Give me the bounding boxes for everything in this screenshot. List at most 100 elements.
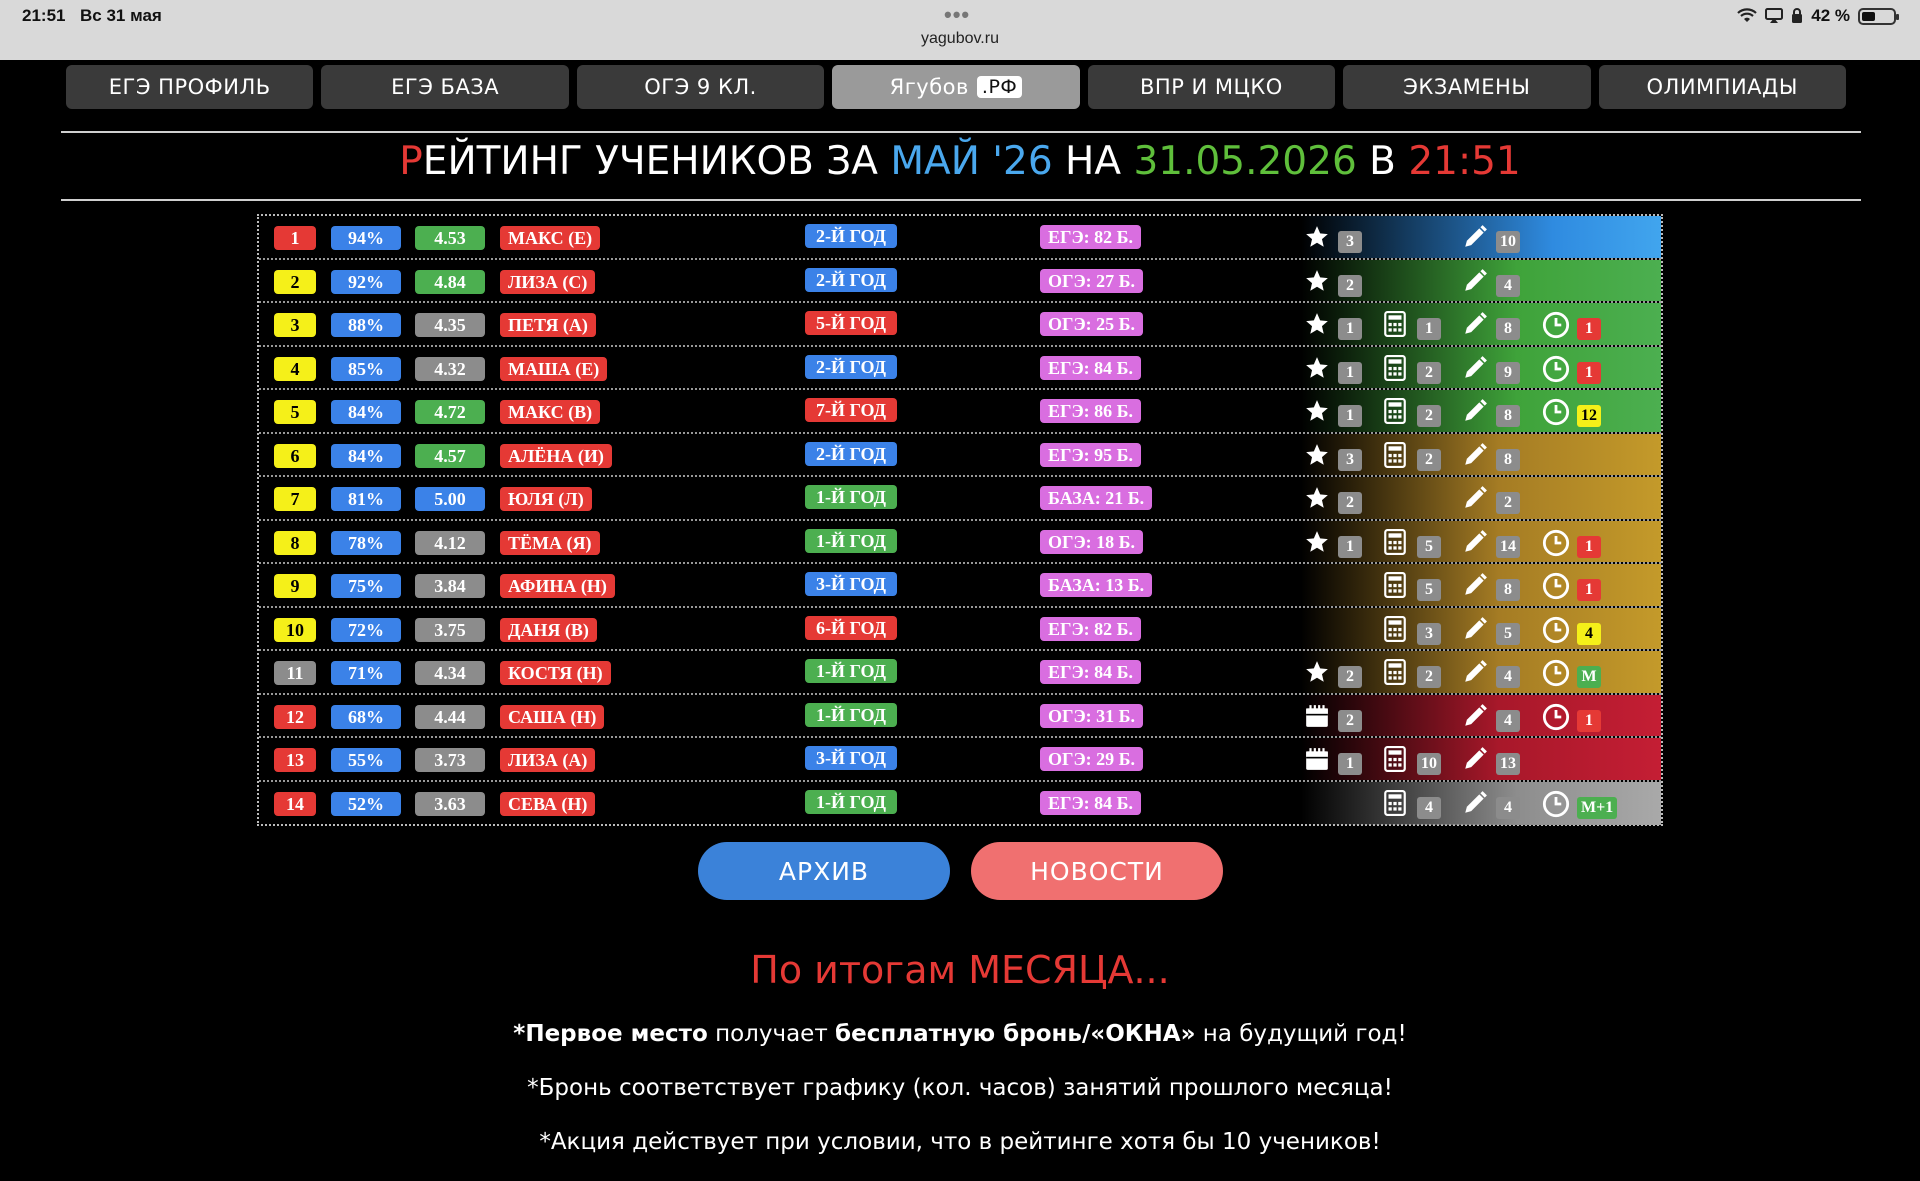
- rating-row: 14 52% 3.63 СЕВА (Н) 1-Й ГОД ЕГЭ: 84 Б. 4 4 М+1: [259, 781, 1661, 825]
- tab-ege-base[interactable]: ЕГЭ БАЗА: [321, 65, 569, 109]
- note1-end: на будущий год!: [1195, 1021, 1407, 1047]
- average-grade-badge: 4.32: [415, 356, 485, 381]
- rating-row: 11 71% 4.34 КОСТЯ (Н) 1-Й ГОД ЕГЭ: 84 Б. 2 2 4 М: [259, 651, 1661, 695]
- study-year-badge: 5-Й ГОД: [805, 311, 897, 335]
- exam-score-badge: ОГЭ: 27 Б.: [1040, 268, 1144, 293]
- pencil-count: 4: [1496, 709, 1520, 732]
- exam-score-badge: ЕГЭ: 86 Б.: [1040, 399, 1142, 423]
- average-grade-badge: 4.57: [415, 443, 485, 468]
- wifi-icon: [1737, 8, 1758, 22]
- tab-oge-9[interactable]: ОГЭ 9 КЛ.: [576, 65, 825, 109]
- pencil-icon: [1462, 355, 1488, 386]
- pencil-count: 4: [1496, 796, 1520, 819]
- average-grade-badge: 3.73: [415, 748, 485, 772]
- tab-yagubov-rf[interactable]: Ягубов .РФ: [832, 65, 1080, 109]
- address-bar-url[interactable]: yagubov.ru: [0, 30, 1920, 48]
- calculator-count: 3: [1417, 622, 1441, 645]
- percent-badge: 85%: [331, 356, 401, 381]
- pencil-icon: [1462, 746, 1488, 777]
- calculator-icon: [1383, 615, 1407, 647]
- pencil-count: 13: [1496, 753, 1520, 775]
- student-name-badge: КОСТЯ (Н): [500, 661, 611, 685]
- study-year-badge: 3-Й ГОД: [805, 572, 897, 596]
- calculator-icon: [1383, 528, 1407, 560]
- tab-yagubov-label: Ягубов: [889, 75, 969, 99]
- archive-button[interactable]: АРХИВ: [698, 842, 950, 900]
- footer-note-3: *Акция действует при условии, что в рейт…: [539, 1129, 1381, 1155]
- star-icon: [1304, 355, 1330, 386]
- exam-score-badge: ЕГЭ: 82 Б.: [1040, 616, 1142, 641]
- tab-ege-profile[interactable]: ЕГЭ ПРОФИЛЬ: [66, 65, 314, 109]
- rank-badge: 9: [274, 574, 316, 598]
- clock-icon: [1542, 355, 1570, 388]
- study-year-badge: 6-Й ГОД: [805, 615, 897, 640]
- clock-icon: [1542, 790, 1570, 823]
- calculator-count: 4: [1417, 796, 1441, 819]
- study-year-badge: 7-Й ГОД: [805, 398, 897, 422]
- star-count: 2: [1338, 492, 1362, 514]
- main-nav: ЕГЭ ПРОФИЛЬ ЕГЭ БАЗА ОГЭ 9 КЛ. Ягубов .Р…: [66, 65, 1846, 109]
- pencil-icon: [1462, 790, 1488, 821]
- student-name-badge: ПЕТЯ (А): [500, 313, 596, 337]
- lock-orientation-icon: [1792, 8, 1803, 23]
- exam-score-badge: ЕГЭ: 82 Б.: [1040, 225, 1142, 249]
- student-name-badge: ЛИЗА (А): [500, 748, 596, 772]
- student-name-badge: СЕВА (Н): [500, 791, 596, 816]
- star-icon: [1304, 442, 1330, 473]
- pencil-count: 5: [1496, 622, 1520, 645]
- tab-vpr-mcko[interactable]: ВПР И МЦКО: [1087, 65, 1336, 109]
- pencil-count: 9: [1496, 361, 1520, 384]
- calculator-count: 2: [1417, 405, 1441, 427]
- battery-percent: 42 %: [1811, 6, 1850, 25]
- rating-row: 10 72% 3.75 ДАНЯ (В) 6-Й ГОД ЕГЭ: 82 Б. 3 5 4: [259, 607, 1661, 651]
- star-count: 1: [1338, 405, 1362, 427]
- rank-badge: 14: [274, 791, 316, 816]
- percent-badge: 84%: [331, 443, 401, 468]
- rank-badge: 1: [274, 226, 316, 250]
- student-name-badge: МАКС (Е): [500, 226, 601, 250]
- percent-badge: 84%: [331, 400, 401, 424]
- student-name-badge: ЮЛЯ (Л): [500, 487, 592, 511]
- rank-badge: 11: [274, 661, 316, 685]
- tab-olympiads[interactable]: ОЛИМПИАДЫ: [1598, 65, 1846, 109]
- average-grade-badge: 5.00: [415, 487, 485, 511]
- pencil-icon: [1462, 616, 1488, 647]
- star-icon: [1304, 311, 1330, 342]
- clock-icon: [1542, 398, 1570, 431]
- calculator-icon: [1383, 572, 1407, 603]
- tab-rf-badge: .РФ: [976, 76, 1023, 98]
- title-time: 21:51: [1408, 139, 1521, 184]
- calculator-icon: [1383, 659, 1407, 690]
- star-count: 1: [1338, 535, 1362, 558]
- clock-count: 1: [1577, 361, 1601, 384]
- average-grade-badge: 3.63: [415, 791, 485, 816]
- calculator-count: 2: [1417, 666, 1441, 688]
- rank-badge: 2: [274, 269, 316, 294]
- pencil-icon: [1462, 268, 1488, 299]
- news-button[interactable]: НОВОСТИ: [971, 842, 1223, 900]
- calculator-icon: [1383, 398, 1407, 429]
- page-title: РЕЙТИНГ УЧЕНИКОВ ЗА МАЙ '26 НА 31.05.202…: [0, 139, 1920, 184]
- tab-exams[interactable]: ЭКЗАМЕНЫ: [1343, 65, 1591, 109]
- top-divider: [61, 131, 1861, 133]
- title-part2: НА: [1052, 139, 1134, 184]
- pencil-icon: [1462, 659, 1488, 690]
- calculator-count: 5: [1417, 579, 1441, 601]
- exam-score-badge: ОГЭ: 18 Б.: [1040, 529, 1144, 554]
- title-first-letter: Р: [399, 139, 423, 184]
- exam-score-badge: ЕГЭ: 95 Б.: [1040, 442, 1142, 467]
- star-icon: [1304, 398, 1330, 429]
- study-year-badge: 1-Й ГОД: [805, 789, 897, 814]
- exam-score-badge: ОГЭ: 25 Б.: [1040, 312, 1144, 336]
- percent-badge: 92%: [331, 269, 401, 294]
- average-grade-badge: 4.53: [415, 226, 485, 250]
- star-count: 1: [1338, 318, 1362, 340]
- multitasking-dots-icon[interactable]: •••: [944, 2, 970, 28]
- pencil-icon: [1462, 572, 1488, 603]
- pencil-count: 8: [1496, 448, 1520, 471]
- average-grade-badge: 4.34: [415, 661, 485, 685]
- percent-badge: 75%: [331, 574, 401, 598]
- pencil-icon: [1462, 224, 1488, 255]
- percent-badge: 88%: [331, 313, 401, 337]
- exam-score-badge: БАЗА: 13 Б.: [1040, 573, 1153, 597]
